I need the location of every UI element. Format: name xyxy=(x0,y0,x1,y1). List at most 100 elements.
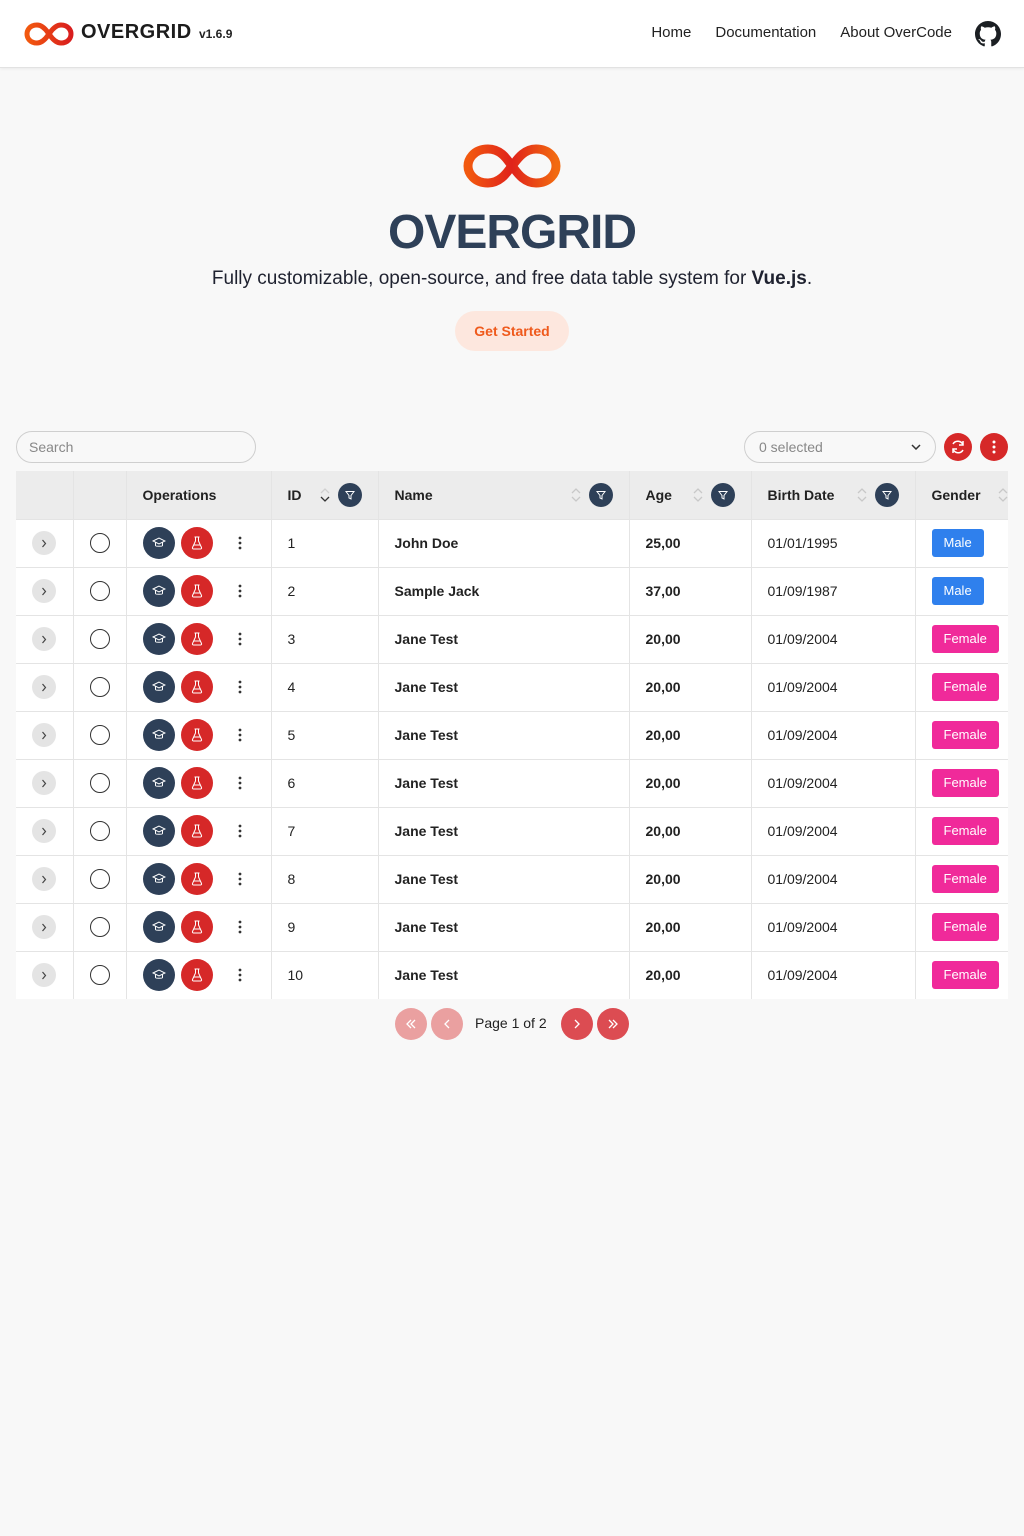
tagline-text: Fully customizable, open-source, and fre… xyxy=(211,268,752,289)
expand-row-button[interactable] xyxy=(32,675,57,699)
education-button[interactable] xyxy=(142,623,175,655)
cell-operations xyxy=(126,807,272,856)
filter-button-name[interactable] xyxy=(588,482,613,507)
flask-icon xyxy=(191,968,202,982)
education-button[interactable] xyxy=(142,911,175,943)
education-button[interactable] xyxy=(142,527,175,559)
table-menu-button[interactable] xyxy=(980,433,1008,461)
education-button[interactable] xyxy=(142,815,175,847)
expand-row-button[interactable] xyxy=(32,723,57,747)
row-select-radio[interactable] xyxy=(89,821,110,841)
education-button[interactable] xyxy=(142,575,175,607)
lab-button[interactable] xyxy=(180,719,213,751)
expand-row-button[interactable] xyxy=(32,579,57,603)
education-button[interactable] xyxy=(142,671,175,703)
cell-name: Jane Test xyxy=(378,663,630,712)
nav-link-documentation[interactable]: Documentation xyxy=(715,24,816,41)
row-select-radio[interactable] xyxy=(89,533,110,553)
github-icon[interactable] xyxy=(975,21,1001,47)
expand-row-button[interactable] xyxy=(32,771,57,795)
sort-icon[interactable] xyxy=(318,486,332,504)
row-menu-icon[interactable] xyxy=(235,583,245,599)
nav-link-about[interactable]: About OverCode xyxy=(840,24,952,41)
row-menu-icon[interactable] xyxy=(235,775,245,791)
header-gender: Gender xyxy=(915,471,1009,520)
graduation-cap-icon xyxy=(151,729,166,739)
cell-id: 2 xyxy=(271,567,379,616)
refresh-button[interactable] xyxy=(944,433,972,461)
lab-button[interactable] xyxy=(180,911,213,943)
search-input[interactable] xyxy=(16,431,256,463)
table-body: 1 John Doe 25,00 01/01/1995 Male 2 Sample Jack… xyxy=(16,519,1008,999)
get-started-button[interactable]: Get Started xyxy=(455,311,569,351)
row-menu-icon[interactable] xyxy=(235,871,245,887)
row-select-radio[interactable] xyxy=(89,773,110,793)
row-select-radio[interactable] xyxy=(89,869,110,889)
row-select-radio[interactable] xyxy=(89,725,110,745)
cell-name: Jane Test xyxy=(378,855,630,904)
filter-button-birth-date[interactable] xyxy=(874,482,899,507)
prev-page-button[interactable] xyxy=(431,1008,463,1040)
education-button[interactable] xyxy=(142,767,175,799)
row-menu-icon[interactable] xyxy=(235,823,245,839)
cell-birth-date: 01/09/1987 xyxy=(751,567,916,616)
lab-button[interactable] xyxy=(180,671,213,703)
row-select-radio[interactable] xyxy=(89,677,110,697)
education-button[interactable] xyxy=(142,719,175,751)
last-page-button[interactable] xyxy=(597,1008,629,1040)
lab-button[interactable] xyxy=(180,527,213,559)
tagline-period: . xyxy=(806,268,813,289)
sort-icon[interactable] xyxy=(996,486,1009,504)
cell-gender: Female xyxy=(915,615,1008,664)
cell-birth-date: 01/09/2004 xyxy=(751,903,916,952)
nav-link-home[interactable]: Home xyxy=(651,24,691,41)
cell-operations xyxy=(126,567,272,616)
row-menu-icon[interactable] xyxy=(235,919,245,935)
row-select-radio[interactable] xyxy=(89,965,110,985)
filter-button-age[interactable] xyxy=(710,482,735,507)
row-select-radio[interactable] xyxy=(89,629,110,649)
sort-icon[interactable] xyxy=(569,486,583,504)
cell-name: Jane Test xyxy=(378,759,630,808)
selection-dropdown[interactable]: 0 selected xyxy=(744,431,936,463)
expand-row-button[interactable] xyxy=(32,531,57,555)
expand-row-button[interactable] xyxy=(32,819,57,843)
lab-button[interactable] xyxy=(180,623,213,655)
cell-expand xyxy=(16,519,74,568)
row-menu-icon[interactable] xyxy=(235,631,245,647)
row-select-radio[interactable] xyxy=(89,917,110,937)
gender-badge: Female xyxy=(931,625,999,653)
kebab-menu-icon xyxy=(992,440,996,454)
chevron-right-icon xyxy=(42,539,47,547)
row-menu-icon[interactable] xyxy=(235,727,245,743)
education-button[interactable] xyxy=(142,863,175,895)
lab-button[interactable] xyxy=(180,863,213,895)
chevron-right-icon xyxy=(42,779,47,787)
data-table: Operations ID Name Age Birth Date Gender… xyxy=(16,471,1008,999)
expand-row-button[interactable] xyxy=(32,867,57,891)
cell-select xyxy=(73,951,127,999)
lab-button[interactable] xyxy=(180,575,213,607)
expand-row-button[interactable] xyxy=(32,963,57,987)
row-select-radio[interactable] xyxy=(89,581,110,601)
row-menu-icon[interactable] xyxy=(235,535,245,551)
lab-button[interactable] xyxy=(180,959,213,991)
table-row: 1 John Doe 25,00 01/01/1995 Male xyxy=(16,519,1008,568)
cell-expand xyxy=(16,951,74,999)
expand-row-button[interactable] xyxy=(32,915,57,939)
education-button[interactable] xyxy=(142,959,175,991)
sort-icon[interactable] xyxy=(691,486,705,504)
expand-row-button[interactable] xyxy=(32,627,57,651)
sort-icon[interactable] xyxy=(855,486,869,504)
cell-operations xyxy=(126,663,272,712)
next-page-button[interactable] xyxy=(561,1008,593,1040)
cell-expand xyxy=(16,759,74,808)
cell-operations xyxy=(126,855,272,904)
filter-button-id[interactable] xyxy=(337,482,362,507)
first-page-button[interactable] xyxy=(395,1008,427,1040)
row-menu-icon[interactable] xyxy=(235,679,245,695)
lab-button[interactable] xyxy=(180,767,213,799)
lab-button[interactable] xyxy=(180,815,213,847)
row-menu-icon[interactable] xyxy=(235,967,245,983)
overgrid-logo-icon[interactable] xyxy=(24,21,74,47)
